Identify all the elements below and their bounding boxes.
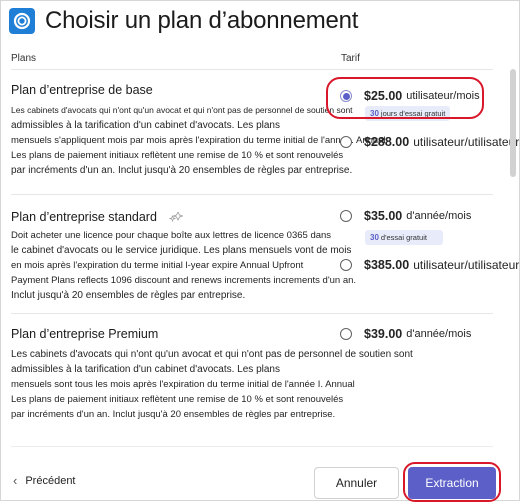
subscription-dialog: Choisir un plan d’abonnement Plans Tarif…	[0, 0, 520, 502]
description-line: Les plans de paiement initiaux reflètent…	[11, 394, 344, 405]
sparkle-icon	[168, 212, 183, 222]
price-option-basic-annual[interactable]: $288.00 utilisateur/utilisateur	[340, 135, 519, 149]
price-unit: d'année/mois	[406, 210, 472, 222]
plan-premium: Plan d’entreprise Premium Les cabinets d…	[11, 327, 501, 422]
radio-button[interactable]	[340, 259, 352, 271]
trial-days: 30	[370, 233, 379, 242]
plan-description: Les cabinets d'avocats qui n'ont qu'un a…	[11, 103, 386, 178]
highlight-annotation	[326, 77, 484, 119]
description-line: le cabinet d'avocats ou le service jurid…	[11, 245, 352, 256]
radio-button[interactable]	[340, 136, 352, 148]
price: $35.00	[364, 209, 403, 223]
description-line: Les cabinets d'avocats qui n'ont qu'un a…	[11, 105, 353, 115]
cancel-button[interactable]: Annuler	[314, 467, 399, 499]
description-line: par incréments d'un an. Inclut jusqu'à 2…	[11, 409, 336, 420]
trial-badge: 30 d'essai gratuit	[365, 230, 443, 245]
plan-name: Plan d’entreprise standard	[11, 210, 157, 224]
price-unit: d'année/mois	[406, 328, 472, 340]
description-line: mensuels s'appliquent mois par mois aprè…	[11, 135, 386, 146]
plan-description: Doit acheter une licence pour chaque boî…	[11, 228, 357, 303]
price: $288.00	[364, 135, 410, 149]
dialog-header: Choisir un plan d’abonnement	[9, 5, 358, 37]
plan-description: Les cabinets d'avocats qui n'ont qu'un a…	[11, 347, 413, 422]
price-option-standard-monthly[interactable]: $35.00 d'année/mois	[340, 209, 471, 223]
app-ring-icon	[9, 8, 35, 34]
description-line: Les cabinets d'avocats qui n'ont qu'un a…	[11, 349, 413, 360]
description-line: Doit acheter une licence pour chaque boî…	[11, 230, 332, 241]
description-line: mensuels sont tous les mois après l'expi…	[11, 379, 355, 390]
divider	[11, 313, 493, 314]
dialog-title: Choisir un plan d’abonnement	[45, 7, 359, 34]
price: $385.00	[364, 258, 410, 272]
price: $39.00	[364, 327, 403, 341]
plan-standard: Plan d’entreprise standard Doit acheter …	[11, 210, 501, 303]
back-label: Précédent	[25, 474, 76, 487]
description-line: admissibles à la tarification d'un cabin…	[11, 364, 280, 375]
trial-label: d'essai gratuit	[380, 233, 427, 242]
divider	[11, 194, 493, 195]
column-header-plans: Plans	[11, 53, 37, 64]
highlight-annotation	[403, 462, 501, 502]
description-line: par incréments d'un an. Inclut jusqu'à 2…	[11, 165, 353, 176]
description-line: Payment Plans reflects 1096 discount and…	[11, 275, 357, 286]
back-button[interactable]: ‹ Précédent	[13, 473, 76, 488]
radio-button[interactable]	[340, 328, 352, 340]
radio-button[interactable]	[340, 210, 352, 222]
scrollbar-thumb[interactable]	[510, 69, 516, 177]
price-option-premium-monthly[interactable]: $39.00 d'année/mois	[340, 327, 471, 341]
chevron-left-icon: ‹	[13, 473, 18, 488]
price-unit: utilisateur/utilisateur	[413, 258, 520, 272]
divider	[11, 69, 493, 70]
footer-divider	[11, 446, 493, 447]
price-unit: utilisateur/utilisateur	[413, 135, 520, 149]
description-line: admissibles à la tarification d'un cabin…	[11, 120, 280, 131]
column-header-tarif: Tarif	[341, 53, 360, 64]
description-line: Les plans de paiement initiaux reflètent…	[11, 150, 344, 161]
price-option-standard-annual[interactable]: $385.00 utilisateur/utilisateur	[340, 258, 519, 272]
description-line: en mois après l'expiration du terme init…	[11, 260, 304, 271]
description-line: Inclut jusqu'à 20 ensembles de règles pa…	[11, 290, 246, 301]
